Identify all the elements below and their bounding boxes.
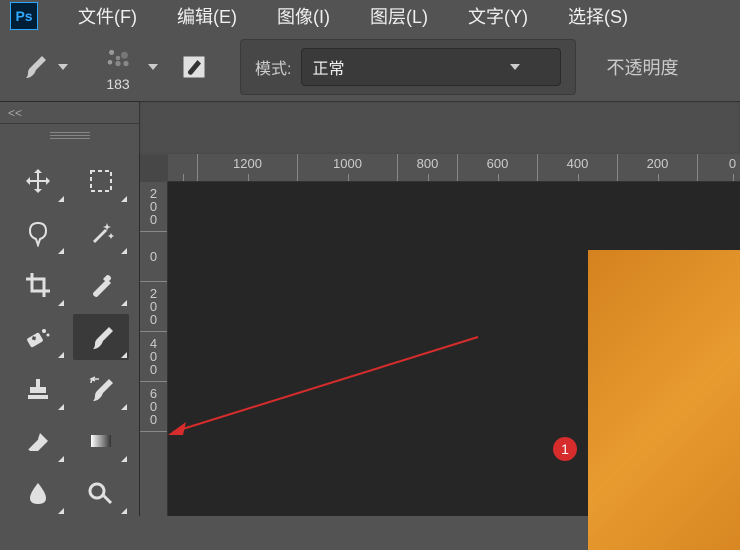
tool-eyedropper[interactable]	[73, 262, 129, 308]
document-tabbar[interactable]	[140, 102, 740, 154]
ruler-vertical[interactable]: 200 0 200 400 600	[140, 182, 168, 516]
options-bar: 183 模式: 正常 不透明度	[0, 32, 740, 102]
menu-edit[interactable]: 编辑(E)	[157, 3, 257, 29]
annotation-arrow	[168, 287, 618, 437]
menubar: Ps 文件(F) 编辑(E) 图像(I) 图层(L) 文字(Y) 选择(S)	[0, 0, 740, 32]
menu-select[interactable]: 选择(S)	[548, 3, 648, 29]
brush-preset-picker[interactable]: 183	[98, 42, 138, 92]
tool-stamp[interactable]	[10, 366, 66, 412]
menu-layer[interactable]: 图层(L)	[350, 3, 448, 29]
tool-lasso[interactable]	[10, 210, 66, 256]
tool-brush[interactable]	[73, 314, 129, 360]
ruler-tick: 200	[140, 282, 167, 332]
menu-image[interactable]: 图像(I)	[257, 3, 350, 29]
tool-preset-picker[interactable]	[20, 52, 68, 82]
tool-healing[interactable]	[10, 314, 66, 360]
ruler-tick: 1200	[198, 154, 298, 182]
annotation-badge-1: 1	[553, 437, 577, 461]
tool-eraser[interactable]	[10, 418, 66, 464]
chevron-down-icon	[510, 64, 520, 70]
ruler-horizontal[interactable]: 1200 1000 800 600 400 200 0 200 4	[168, 154, 740, 182]
ruler-tick: 400	[538, 154, 618, 182]
ruler-tick: 1000	[298, 154, 398, 182]
canvas-image	[588, 250, 740, 550]
opacity-label: 不透明度	[606, 54, 678, 80]
toolbox: <<	[0, 102, 140, 516]
ruler-tick: 600	[140, 382, 167, 432]
tool-grid	[0, 148, 139, 526]
menu-file[interactable]: 文件(F)	[58, 3, 157, 29]
tool-gradient[interactable]	[73, 418, 129, 464]
menu-type[interactable]: 文字(Y)	[448, 3, 548, 29]
ruler-tick: 0	[140, 232, 167, 282]
canvas-viewport[interactable]: 1	[168, 182, 740, 516]
chevron-down-icon	[58, 64, 68, 70]
ruler-tick	[168, 154, 198, 182]
brush-panel-toggle[interactable]	[178, 51, 210, 83]
brush-size-value: 183	[106, 76, 129, 92]
tool-dodge[interactable]	[73, 470, 129, 516]
document-area: 1200 1000 800 600 400 200 0 200 4 200 0 …	[140, 102, 740, 516]
app-logo: Ps	[10, 2, 38, 30]
ruler-tick: 0	[698, 154, 740, 182]
ruler-tick: 200	[140, 182, 167, 232]
mode-value: 正常	[312, 55, 344, 79]
tool-crop[interactable]	[10, 262, 66, 308]
mode-select[interactable]: 正常	[301, 48, 561, 86]
brush-icon	[20, 52, 50, 82]
toolbox-grip[interactable]	[0, 124, 139, 148]
mode-label: 模式:	[255, 55, 291, 79]
brush-preview-icon	[98, 42, 138, 74]
tool-move[interactable]	[10, 158, 66, 204]
ruler-tick: 200	[618, 154, 698, 182]
tool-marquee[interactable]	[73, 158, 129, 204]
ruler-tick: 600	[458, 154, 538, 182]
chevron-down-icon[interactable]	[148, 64, 158, 70]
tool-blur[interactable]	[10, 470, 66, 516]
toolbox-collapse-button[interactable]: <<	[0, 102, 139, 124]
mode-group: 模式: 正常	[240, 39, 576, 95]
tool-history-brush[interactable]	[73, 366, 129, 412]
tool-magic-wand[interactable]	[73, 210, 129, 256]
ruler-tick: 800	[398, 154, 458, 182]
ruler-tick: 400	[140, 332, 167, 382]
workspace: <<	[0, 102, 740, 516]
